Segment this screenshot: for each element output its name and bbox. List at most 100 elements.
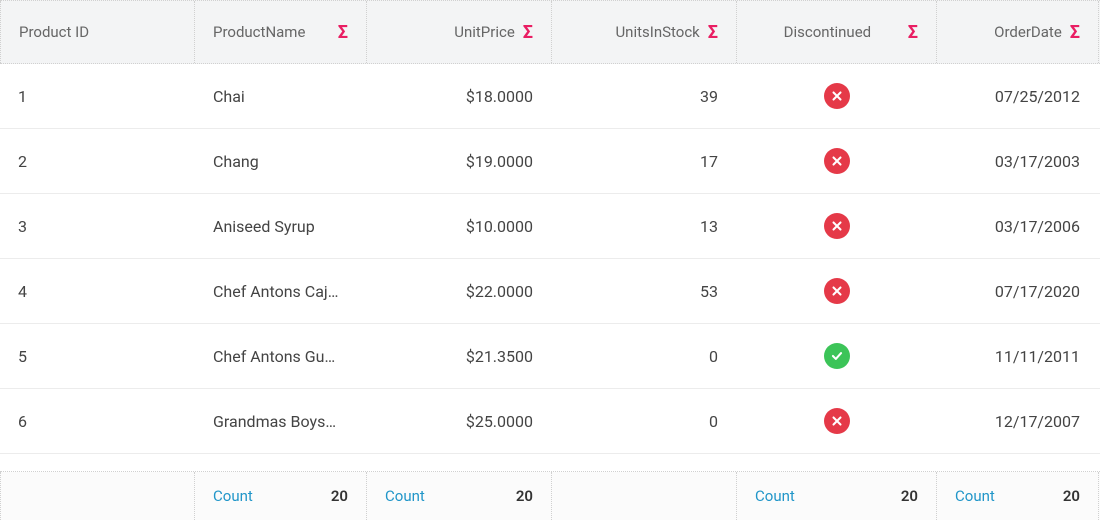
cell-unit-price: $21.3500: [367, 324, 552, 388]
cell-discontinued: [737, 389, 937, 453]
grid-footer-spacer: [0, 454, 1100, 472]
cell-unit-price: $10.0000: [367, 194, 552, 258]
cell-order-date: 07/17/2020: [937, 259, 1099, 323]
cell-discontinued: [737, 194, 937, 258]
cell-product-id: 6: [0, 389, 195, 453]
cross-icon: [824, 213, 850, 239]
cell-text: Chang: [213, 152, 259, 171]
column-header-label: Product ID: [19, 23, 176, 41]
grid-footer-row: Count 20 Count 20 Count 20 Count 20: [0, 472, 1100, 520]
column-header-units-in-stock[interactable]: UnitsInStock Σ: [552, 1, 737, 63]
cell-product-id: 5: [0, 324, 195, 388]
cell-order-date: 03/17/2006: [937, 194, 1099, 258]
cell-text: Chef Antons Caj…: [213, 282, 338, 301]
cell-units-in-stock: 39: [552, 64, 737, 128]
sigma-icon[interactable]: Σ: [1070, 22, 1080, 43]
cell-text: 1: [18, 87, 27, 106]
data-grid: Product ID ProductName Σ UnitPrice Σ Uni…: [0, 0, 1100, 520]
column-header-label: OrderDate: [955, 23, 1062, 41]
cell-text: 12/17/2007: [995, 412, 1080, 431]
footer-cell-units-in-stock: [552, 472, 737, 520]
cell-order-date: 03/17/2003: [937, 129, 1099, 193]
cell-text: 39: [700, 87, 718, 106]
cell-text: Grandmas Boys…: [213, 412, 336, 431]
cell-product-id: 4: [0, 259, 195, 323]
column-header-label: ProductName: [213, 23, 330, 41]
column-header-label: UnitsInStock: [570, 23, 700, 41]
cell-text: Chai: [213, 87, 245, 106]
footer-count-value: 20: [1063, 487, 1080, 505]
cell-units-in-stock: 0: [552, 324, 737, 388]
column-header-discontinued[interactable]: Discontinued Σ: [737, 1, 937, 63]
cell-product-id: 1: [0, 64, 195, 128]
footer-count-label[interactable]: Count: [955, 487, 1063, 505]
column-header-unit-price[interactable]: UnitPrice Σ: [367, 1, 552, 63]
cell-product-name: Grandmas Boys…: [195, 389, 367, 453]
cell-discontinued: [737, 64, 937, 128]
cell-product-name: Chai: [195, 64, 367, 128]
sigma-icon[interactable]: Σ: [708, 22, 718, 43]
table-row[interactable]: 2 Chang $19.0000 17 03/17/2003: [0, 129, 1100, 194]
column-header-label: Discontinued: [755, 23, 900, 41]
cell-text: 03/17/2006: [995, 217, 1080, 236]
cell-text: 6: [18, 412, 27, 431]
cross-icon: [824, 148, 850, 174]
footer-count-value: 20: [901, 487, 918, 505]
cross-icon: [824, 408, 850, 434]
cell-text: 53: [700, 282, 718, 301]
footer-cell-order-date: Count 20: [937, 472, 1099, 520]
column-header-order-date[interactable]: OrderDate Σ: [937, 1, 1099, 63]
cell-text: 11/11/2011: [995, 347, 1080, 366]
footer-cell-discontinued: Count 20: [737, 472, 937, 520]
footer-cell-product-name: Count 20: [195, 472, 367, 520]
cell-discontinued: [737, 324, 937, 388]
sigma-icon[interactable]: Σ: [908, 22, 918, 43]
cell-text: 4: [18, 282, 27, 301]
table-row[interactable]: 4 Chef Antons Caj… $22.0000 53 07/17/2020: [0, 259, 1100, 324]
footer-cell-product-id: [0, 472, 195, 520]
sigma-icon[interactable]: Σ: [338, 22, 348, 43]
cell-text: 0: [709, 347, 718, 366]
cell-text: 13: [700, 217, 718, 236]
cell-units-in-stock: 13: [552, 194, 737, 258]
sigma-icon[interactable]: Σ: [523, 22, 533, 43]
cross-icon: [824, 278, 850, 304]
footer-cell-unit-price: Count 20: [367, 472, 552, 520]
cell-discontinued: [737, 129, 937, 193]
cell-text: $22.0000: [466, 282, 533, 301]
cell-text: 17: [700, 152, 718, 171]
cell-product-name: Aniseed Syrup: [195, 194, 367, 258]
footer-count-value: 20: [516, 487, 533, 505]
column-header-label: UnitPrice: [385, 23, 515, 41]
cell-text: $25.0000: [466, 412, 533, 431]
table-row[interactable]: 3 Aniseed Syrup $10.0000 13 03/17/2006: [0, 194, 1100, 259]
footer-count-label[interactable]: Count: [213, 487, 331, 505]
cell-text: $19.0000: [466, 152, 533, 171]
cell-units-in-stock: 53: [552, 259, 737, 323]
cross-icon: [824, 83, 850, 109]
cell-product-name: Chang: [195, 129, 367, 193]
cell-text: 0: [709, 412, 718, 431]
cell-text: Chef Antons Gu…: [213, 347, 335, 366]
cell-text: 2: [18, 152, 27, 171]
cell-discontinued: [737, 259, 937, 323]
cell-unit-price: $25.0000: [367, 389, 552, 453]
cell-text: 07/25/2012: [995, 87, 1080, 106]
cell-order-date: 12/17/2007: [937, 389, 1099, 453]
column-header-product-name[interactable]: ProductName Σ: [195, 1, 367, 63]
table-row[interactable]: 1 Chai $18.0000 39 07/25/2012: [0, 64, 1100, 129]
cell-unit-price: $19.0000: [367, 129, 552, 193]
footer-count-label[interactable]: Count: [755, 487, 901, 505]
cell-units-in-stock: 0: [552, 389, 737, 453]
cell-text: Aniseed Syrup: [213, 217, 315, 236]
table-row[interactable]: 5 Chef Antons Gu… $21.3500 0 11/11/2011: [0, 324, 1100, 389]
cell-text: 3: [18, 217, 27, 236]
cell-product-id: 2: [0, 129, 195, 193]
column-header-product-id[interactable]: Product ID: [0, 1, 195, 63]
cell-text: 03/17/2003: [995, 152, 1080, 171]
cell-text: $10.0000: [466, 217, 533, 236]
cell-unit-price: $18.0000: [367, 64, 552, 128]
cell-text: 07/17/2020: [995, 282, 1080, 301]
footer-count-label[interactable]: Count: [385, 487, 516, 505]
table-row[interactable]: 6 Grandmas Boys… $25.0000 0 12/17/2007: [0, 389, 1100, 454]
